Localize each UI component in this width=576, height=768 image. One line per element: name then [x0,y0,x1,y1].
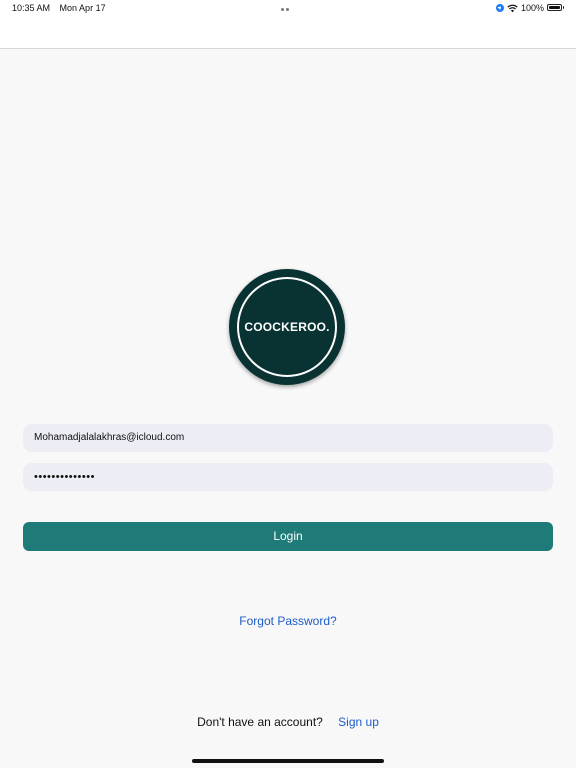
signup-prompt: Don't have an account? [197,715,323,729]
status-bar: 10:35 AM Mon Apr 17 100% [0,0,576,21]
battery-level-fill [549,6,560,9]
signup-row: Don't have an account? Sign up [0,715,576,729]
password-field[interactable]: •••••••••••••• [23,463,553,491]
app-logo: COOCKEROO. [229,269,345,385]
status-indicators: 100% [495,2,565,14]
battery-percent: 100% [520,3,544,13]
email-field[interactable]: Mohamadjalalakhras@icloud.com [23,424,553,452]
wifi-icon [507,4,518,12]
forgot-password-link[interactable]: Forgot Password? [0,614,576,628]
sign-up-link[interactable]: Sign up [338,715,379,729]
status-time-date: 10:35 AM Mon Apr 17 [12,3,106,13]
status-time: 10:35 AM [12,3,51,13]
status-date: Mon Apr 17 [59,3,106,13]
logo-text: COOCKEROO. [244,320,330,334]
navigation-bar [0,16,576,49]
location-icon [495,4,504,12]
home-indicator[interactable] [192,759,384,763]
battery-icon [547,4,565,12]
multitasking-dots-icon[interactable] [281,3,295,21]
login-button[interactable]: Login [23,522,553,551]
